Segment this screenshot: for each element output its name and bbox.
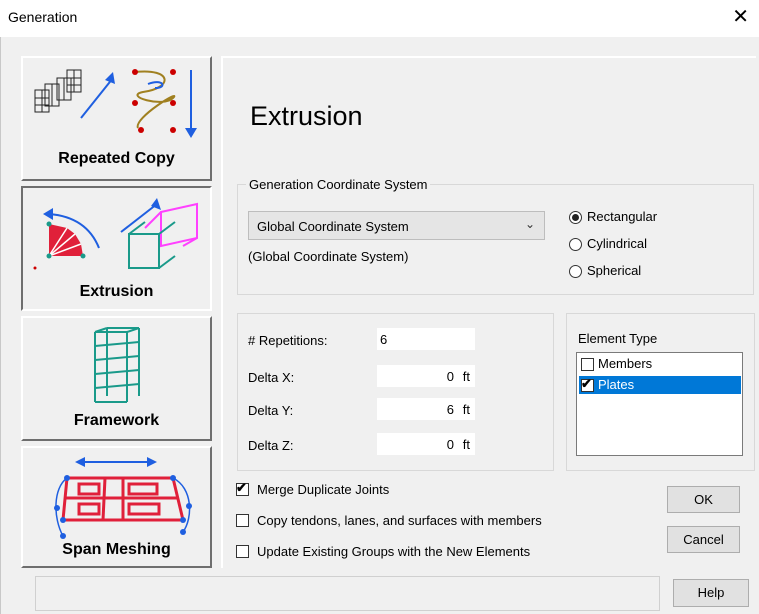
radio-rectangular-label: Rectangular — [587, 209, 658, 224]
plates-checkbox[interactable]: ✔ — [581, 376, 594, 392]
nav-span-meshing-button[interactable]: Span Meshing — [21, 446, 212, 568]
checkmark-icon: ✔ — [581, 376, 592, 391]
radio-spherical[interactable] — [569, 265, 582, 278]
help-button[interactable]: Help — [673, 579, 749, 607]
members-checkbox[interactable] — [581, 358, 594, 371]
delta-y-input[interactable]: 6 ft — [377, 398, 475, 420]
delta-z-unit: ft — [462, 437, 470, 452]
delta-z-input[interactable]: 0 ft — [377, 433, 475, 455]
repetitions-value: 6 — [380, 332, 388, 347]
nav-framework-label: Framework — [73, 412, 160, 429]
chevron-down-icon: ⌄ — [524, 217, 535, 231]
radio-cylindrical[interactable] — [569, 238, 582, 251]
nav-repeated-copy-label: Repeated Copy — [58, 150, 175, 167]
radio-spherical-label: Spherical — [587, 263, 642, 278]
nav-extrusion-label: Extrusion — [79, 283, 154, 300]
delta-x-unit: ft — [462, 369, 470, 384]
radio-cylindrical-label: Cylindrical — [587, 236, 647, 251]
coord-system-group-label: Generation Coordinate System — [246, 177, 431, 192]
nav-repeated-copy-button[interactable]: Repeated Copy — [21, 56, 212, 181]
coord-system-description: (Global Coordinate System) — [248, 249, 409, 264]
radio-selected-dot — [572, 214, 579, 221]
copy-tendons-label: Copy tendons, lanes, and surfaces with m… — [257, 513, 542, 528]
update-groups-checkbox[interactable] — [236, 545, 249, 558]
element-type-list[interactable]: Members ✔ Plates — [576, 352, 743, 456]
nav-extrusion-button[interactable]: Extrusion — [21, 186, 212, 311]
update-groups-label: Update Existing Groups with the New Elem… — [257, 544, 531, 559]
coord-system-select[interactable]: Global Coordinate System ⌄ — [248, 211, 545, 240]
coord-system-select-value: Global Coordinate System — [257, 219, 409, 234]
merge-joints-label: Merge Duplicate Joints — [257, 482, 390, 497]
repetitions-label: # Repetitions: — [248, 333, 328, 348]
ok-button[interactable]: OK — [667, 486, 740, 513]
element-type-label: Element Type — [578, 331, 658, 346]
delta-z-label: Delta Z: — [248, 438, 294, 453]
cancel-button[interactable]: Cancel — [667, 526, 740, 553]
delta-x-value: 0 — [446, 369, 454, 384]
merge-joints-checkbox[interactable]: ✔ — [236, 480, 249, 496]
nav-framework-button[interactable]: Framework — [21, 316, 212, 441]
status-bar — [35, 576, 660, 611]
page-title: Extrusion — [250, 101, 363, 131]
delta-y-label: Delta Y: — [248, 403, 294, 418]
radio-rectangular[interactable] — [569, 211, 582, 224]
copy-tendons-checkbox[interactable] — [236, 514, 249, 527]
delta-x-input[interactable]: 0 ft — [377, 365, 475, 387]
title-bar: Generation ✕ — [0, 0, 759, 37]
repetitions-input[interactable]: 6 — [377, 328, 475, 350]
checkmark-icon: ✔ — [236, 480, 247, 495]
close-icon[interactable]: ✕ — [732, 6, 749, 28]
nav-span-meshing-label: Span Meshing — [62, 541, 171, 558]
delta-x-label: Delta X: — [248, 370, 295, 385]
delta-y-value: 6 — [446, 402, 454, 417]
window-title: Generation — [8, 9, 78, 25]
window-edge — [0, 37, 1, 614]
members-label: Members — [598, 356, 653, 371]
plates-label: Plates — [598, 377, 635, 392]
delta-y-unit: ft — [462, 402, 470, 417]
delta-z-value: 0 — [446, 437, 454, 452]
